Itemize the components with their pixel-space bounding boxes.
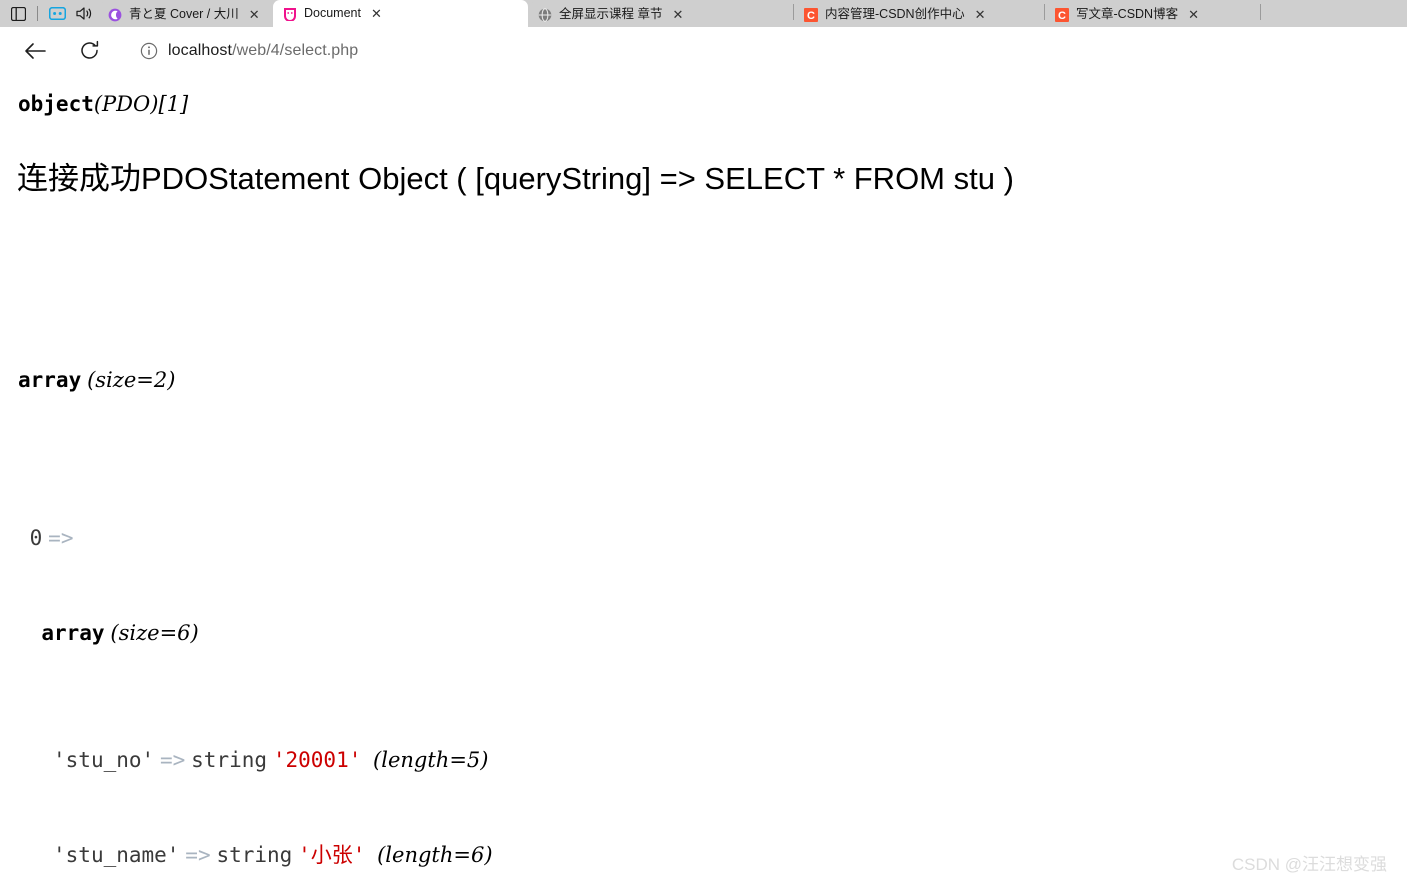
- collections-icon[interactable]: [47, 5, 67, 23]
- field-length: (length=6): [377, 843, 493, 868]
- reload-button[interactable]: [71, 33, 107, 69]
- tab-divider: [1260, 4, 1261, 20]
- dump-root-array: array (size=2): [18, 365, 616, 397]
- dump-field-row: 'stu_name' => string '小张' (length=6): [18, 840, 616, 872]
- page-content: object(PDO)[1] 连接成功PDOStatement Object (…: [0, 74, 1407, 883]
- speaker-icon[interactable]: [74, 5, 94, 23]
- address-bar[interactable]: localhost/web/4/select.php: [125, 34, 1399, 67]
- browser-window: 青と夏 Cover / 大川 ✕ Document ✕ 全屏显示课程 章节 ✕ …: [0, 0, 1407, 883]
- browser-tab-0[interactable]: 青と夏 Cover / 大川 ✕: [98, 2, 273, 27]
- field-key: 'stu_no': [53, 748, 155, 773]
- tab-close-icon[interactable]: ✕: [1185, 6, 1202, 23]
- dump-index-row: 0 =>: [18, 523, 616, 555]
- field-type: string: [216, 843, 293, 868]
- field-key: 'stu_name': [53, 843, 180, 868]
- page-heading: 连接成功PDOStatement Object ( [queryString] …: [17, 161, 1014, 196]
- array-size-meta: (size=2): [87, 367, 176, 392]
- back-button[interactable]: [17, 33, 53, 69]
- dump-field-row: 'stu_no' => string '20001' (length=5): [18, 745, 616, 777]
- var-dump-output: array (size=2) 0 => array (size=6) 'stu_…: [18, 238, 616, 883]
- field-type: string: [191, 748, 268, 773]
- globe-gray-icon: [537, 7, 552, 22]
- svg-text:C: C: [807, 10, 815, 22]
- browser-tab-2-label: 全屏显示课程 章节: [559, 7, 663, 21]
- field-value: '小张': [298, 843, 366, 868]
- browser-tab-1[interactable]: Document ✕: [273, 0, 528, 27]
- field-value: '20001': [272, 748, 362, 773]
- csdn-icon: C: [1054, 7, 1069, 22]
- arrow-glyph: =>: [160, 748, 186, 773]
- toolbar-divider: [37, 6, 38, 21]
- layout-pane-icon[interactable]: [8, 5, 28, 23]
- url-path: /web/4/select.php: [232, 41, 359, 59]
- tab-close-icon[interactable]: ✕: [972, 6, 989, 23]
- arrow-glyph: =>: [185, 843, 211, 868]
- svg-text:C: C: [1058, 10, 1066, 22]
- window-left-controls: [0, 0, 98, 27]
- object-dump-line: object(PDO)[1]: [18, 94, 188, 115]
- array-index: 0: [29, 526, 43, 551]
- array-keyword: array: [18, 367, 82, 392]
- csdn-watermark: CSDN @汪汪想变强: [1231, 855, 1387, 874]
- browser-tab-0-label: 青と夏 Cover / 大川: [129, 7, 239, 21]
- tab-close-icon[interactable]: ✕: [246, 6, 263, 23]
- moon-purple-icon: [107, 7, 122, 22]
- arrow-glyph: =>: [48, 526, 74, 551]
- browser-tab-1-label: Document: [304, 6, 361, 20]
- array-keyword: array: [41, 621, 105, 646]
- browser-tab-2[interactable]: 全屏显示课程 章节 ✕: [528, 2, 793, 27]
- tab-close-icon[interactable]: ✕: [368, 5, 385, 22]
- browser-tab-3-label: 内容管理-CSDN创作中心: [825, 7, 965, 21]
- browser-tab-4-label: 写文章-CSDN博客: [1076, 7, 1179, 21]
- object-index: [1]: [158, 92, 189, 116]
- info-circle-icon[interactable]: [139, 41, 158, 60]
- csdn-icon: C: [803, 7, 818, 22]
- tab-strip: 青と夏 Cover / 大川 ✕ Document ✕ 全屏显示课程 章节 ✕ …: [0, 0, 1407, 27]
- browser-tab-3[interactable]: C 内容管理-CSDN创作中心 ✕: [794, 2, 1044, 27]
- array-size-meta: (size=6): [110, 621, 199, 646]
- object-keyword: object: [18, 92, 94, 116]
- browser-tab-4[interactable]: C 写文章-CSDN博客 ✕: [1045, 2, 1260, 27]
- browser-toolbar: localhost/web/4/select.php: [0, 27, 1407, 75]
- object-class: (PDO): [93, 92, 159, 116]
- tab-close-icon[interactable]: ✕: [669, 6, 686, 23]
- url-text: localhost/web/4/select.php: [168, 42, 358, 60]
- document-pink-icon: [282, 6, 297, 21]
- url-host: localhost: [168, 41, 233, 59]
- field-length: (length=5): [373, 748, 489, 773]
- dump-sub-array: array (size=6): [18, 618, 616, 650]
